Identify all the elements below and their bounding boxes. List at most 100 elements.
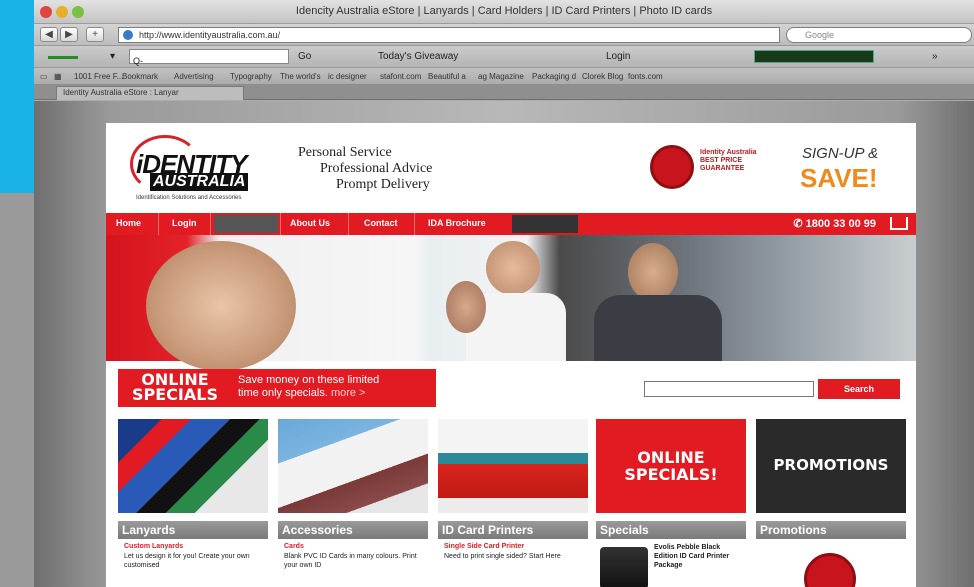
- specials-heading[interactable]: Specials: [596, 521, 746, 539]
- window-title: Idencity Australia eStore | Lanyards | C…: [295, 5, 713, 17]
- specials-tile[interactable]: ONLINE SPECIALS!: [596, 419, 746, 513]
- title-bar: Idencity Australia eStore | Lanyards | C…: [34, 0, 974, 24]
- promotions-badge-icon[interactable]: [804, 553, 856, 587]
- todays-giveaway-button[interactable]: Today's Giveaway: [378, 51, 458, 62]
- browser-window: Idencity Australia eStore | Lanyards | C…: [34, 0, 974, 587]
- specials-product-text[interactable]: Evolis Pebble Black Edition ID Card Prin…: [654, 543, 744, 570]
- promotions-tile-text: PROMOTIONS: [773, 456, 889, 474]
- bookmark-item[interactable]: The world's: [280, 72, 321, 81]
- best-price-badge-icon: [650, 145, 694, 189]
- save-text[interactable]: SAVE!: [800, 163, 878, 194]
- menu-contact[interactable]: Contact: [364, 218, 398, 228]
- menu-image-tab[interactable]: [214, 215, 278, 233]
- cyan-side-bar: [0, 0, 34, 193]
- menu-promo-image[interactable]: [512, 215, 578, 233]
- bookmark-item[interactable]: stafont.com: [380, 72, 421, 81]
- best-price-badge-text: Identity Australia BEST PRICE GUARANTEE: [700, 149, 757, 172]
- bookmark-item[interactable]: 1001 Free F...: [74, 72, 123, 81]
- tagline-professional-advice: Professional Advice: [320, 161, 433, 176]
- specials-text: Save money on these limited time only spe…: [238, 374, 380, 399]
- tagline-personal-service: Personal Service: [298, 145, 392, 160]
- bookmark-item[interactable]: fonts.com: [628, 72, 663, 81]
- id-card-printers-link[interactable]: Single Side Card Printer: [444, 543, 524, 550]
- add-bookmark-button[interactable]: +: [86, 27, 104, 42]
- address-text: http://www.identityaustralia.com.au/: [139, 30, 281, 40]
- id-card-printers-heading[interactable]: ID Card Printers: [438, 521, 588, 539]
- equalizer-widget[interactable]: [754, 50, 874, 63]
- hero-woman-image: [146, 241, 296, 371]
- menu-ida-brochure[interactable]: IDA Brochure: [428, 218, 486, 228]
- site-logo[interactable]: iDENTITY AUSTRALIA Identification Soluti…: [122, 133, 302, 201]
- bookmark-item[interactable]: Typography: [230, 72, 272, 81]
- bookmark-item[interactable]: Clorek Blog: [582, 72, 623, 81]
- category-promotions: PROMOTIONS Promotions: [756, 419, 906, 587]
- forward-button[interactable]: ▶: [60, 27, 78, 42]
- evolis-printer-image[interactable]: [600, 547, 648, 587]
- hero-patient-image: [446, 281, 486, 333]
- category-accessories: Accessories Cards Blank PVC ID Cards in …: [278, 419, 428, 587]
- hero-security-guard-image: [628, 243, 678, 301]
- accessories-link[interactable]: Cards: [284, 543, 304, 550]
- promotions-heading[interactable]: Promotions: [756, 521, 906, 539]
- site-menu: Home Login About Us Contact IDA Brochure…: [106, 213, 916, 235]
- overflow-chevron-icon[interactable]: »: [932, 51, 938, 62]
- bookmark-item[interactable]: ic designer: [328, 72, 367, 81]
- category-id-card-printers: ID Card Printers Single Side Card Printe…: [438, 419, 588, 587]
- toolbar-logo: ▬▬▬: [48, 51, 78, 62]
- accessories-heading[interactable]: Accessories: [278, 521, 428, 539]
- toolbar-dropdown-icon[interactable]: ▾: [110, 51, 115, 62]
- id-card-printers-text: Need to print single sided? Start Here: [444, 553, 561, 560]
- login-button[interactable]: Login: [606, 51, 630, 62]
- category-lanyards: Lanyards Custom Lanyards Let us design i…: [118, 419, 268, 587]
- lanyards-link[interactable]: Custom Lanyards: [124, 543, 183, 550]
- toolbar-search-placeholder: Q-: [133, 56, 143, 66]
- search-placeholder: Google: [805, 30, 835, 40]
- bookmark-item[interactable]: Beautiful a: [428, 72, 466, 81]
- online-specials-banner[interactable]: ONLINE SPECIALS Save money on these limit…: [118, 369, 436, 407]
- accessories-image[interactable]: [278, 419, 428, 513]
- site-page: iDENTITY AUSTRALIA Identification Soluti…: [106, 123, 916, 587]
- go-button[interactable]: Go: [298, 51, 311, 62]
- tagline-prompt-delivery: Prompt Delivery: [336, 177, 430, 192]
- navigation-bar: ◀ ▶ + http://www.identityaustralia.com.a…: [34, 24, 974, 46]
- tab-bar: Identity Australia eStore : Lanyar: [34, 85, 974, 100]
- globe-icon: [123, 30, 133, 40]
- specials-tile-text: ONLINE SPECIALS!: [624, 448, 718, 484]
- hero-banner: [106, 235, 916, 371]
- bookmark-item[interactable]: ag Magazine: [478, 72, 524, 81]
- menu-about-us[interactable]: About Us: [290, 218, 330, 228]
- lanyards-heading[interactable]: Lanyards: [118, 521, 268, 539]
- signup-text[interactable]: SIGN-UP &: [802, 145, 878, 162]
- bookmark-item[interactable]: Bookmark: [122, 72, 158, 81]
- menu-login[interactable]: Login: [172, 218, 197, 228]
- id-card-printers-image[interactable]: [438, 419, 588, 513]
- toolbar-search-input[interactable]: Q-: [129, 49, 289, 66]
- category-specials: ONLINE SPECIALS! Specials Evolis Pebble …: [596, 419, 746, 587]
- promotions-tile[interactable]: PROMOTIONS: [756, 419, 906, 513]
- site-search-input[interactable]: [644, 381, 814, 397]
- hero-guard-suit: [594, 295, 722, 361]
- bookmark-item[interactable]: Packaging d: [532, 72, 576, 81]
- menu-home[interactable]: Home: [116, 218, 141, 228]
- specials-title: ONLINE SPECIALS: [132, 370, 218, 404]
- cart-icon[interactable]: [890, 217, 908, 230]
- back-button[interactable]: ◀: [40, 27, 58, 42]
- address-bar[interactable]: http://www.identityaustralia.com.au/: [118, 27, 780, 43]
- bookmarks-bar: ▭ ▦ 1001 Free F... Bookmark Advertising …: [34, 68, 974, 85]
- logo-tagline: Identification Solutions and Accessories: [136, 195, 242, 201]
- bookmarks-grid-icon[interactable]: ▦: [54, 72, 62, 81]
- bookmarks-book-icon[interactable]: ▭: [40, 72, 48, 81]
- hero-doctor-image: [486, 241, 540, 295]
- lanyards-image[interactable]: [118, 419, 268, 513]
- screenshot-stage: Idencity Australia eStore | Lanyards | C…: [0, 0, 974, 587]
- phone-number: ✆ 1800 33 00 99: [793, 218, 876, 230]
- search-field[interactable]: Google: [786, 27, 972, 43]
- accessories-text: Blank PVC ID Cards in many colours. Prin…: [284, 553, 417, 569]
- site-search-button[interactable]: Search: [818, 379, 900, 399]
- lanyards-text: Let us design it for you! Create your ow…: [124, 553, 250, 569]
- tab-identity-australia[interactable]: Identity Australia eStore : Lanyar: [56, 86, 244, 100]
- extension-toolbar: ▬▬▬ ▾ Q- Go Today's Giveaway Login »: [34, 46, 974, 68]
- web-content: iDENTITY AUSTRALIA Identification Soluti…: [34, 101, 974, 587]
- specials-more-link[interactable]: more >: [331, 387, 366, 399]
- bookmark-item[interactable]: Advertising: [174, 72, 214, 81]
